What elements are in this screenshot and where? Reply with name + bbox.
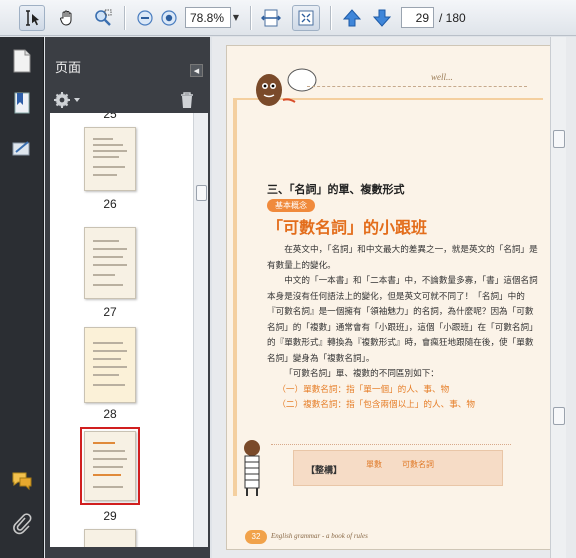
gear-icon	[54, 92, 80, 108]
fit-width-button[interactable]	[258, 5, 284, 31]
thumbnail-label: 28	[103, 407, 117, 421]
panel-tools	[45, 85, 210, 115]
note-label: 【整構】	[306, 466, 343, 476]
attachments-panel-button[interactable]	[8, 510, 36, 538]
paragraph: 中文的「一本書」和「二本書」中，不論數量多寡，「書」這個名詞本身是沒有任何語法上…	[267, 276, 538, 364]
divider	[271, 444, 511, 445]
thumbnail-page[interactable]	[84, 127, 136, 191]
panel-header: 页面 ◀	[45, 46, 210, 80]
arrow-up-icon	[342, 9, 362, 27]
zoom-dropdown-chevron-icon[interactable]: ▼	[230, 7, 242, 28]
marquee-zoom-button[interactable]	[90, 5, 116, 31]
document-page: well... 三、「名詞」的單、複數形式 基本概念 「可數名詞」的小跟班 在英…	[226, 45, 556, 550]
bookmark-icon	[14, 92, 30, 114]
full-screen-icon	[298, 10, 314, 26]
panel-title: 页面	[55, 61, 82, 76]
pages-icon	[13, 49, 31, 73]
page-count: / 180	[439, 11, 466, 25]
lesson-title: 「可數名詞」的小跟班	[267, 218, 428, 237]
thumbnail-page[interactable]	[84, 529, 136, 547]
zoom-magnifier-icon	[95, 9, 112, 26]
header-dashed-line	[307, 86, 527, 87]
thumbnail-label: 26	[103, 197, 117, 211]
zoom-in-button[interactable]	[156, 5, 182, 31]
list-item: （二）複數名詞：指「包含兩個以上」的人、事、物	[277, 400, 475, 410]
paragraph: 在英文中，「名詞」和中文最大的差異之一，就是英文的「名詞」是有數量上的變化。	[267, 245, 538, 271]
page-body-text: 在英文中，「名詞」和中文最大的差異之一，就是英文的「名詞」是有數量上的變化。 中…	[267, 243, 539, 414]
next-page-button[interactable]	[369, 5, 395, 31]
options-gear-button[interactable]	[53, 91, 83, 113]
select-tool-button[interactable]	[19, 5, 45, 31]
section-heading: 三、「名詞」的單、複數形式	[267, 183, 405, 196]
thumbnail-list: 25 26 27 28 29	[50, 113, 208, 547]
toolbar-separator	[250, 6, 251, 30]
mascot-figure	[244, 440, 260, 496]
paragraph: 「可數名詞」單、複數的不同區別如下：	[284, 369, 439, 379]
basic-concept-tag: 基本概念	[267, 199, 315, 212]
signature-icon	[12, 141, 30, 156]
scrollbar-thumb[interactable]	[553, 407, 565, 425]
scrollbar-thumb[interactable]	[553, 130, 565, 148]
list-item: （一）單數名詞：指「單一個」的人、事、物	[277, 384, 450, 395]
thumbnail-label: 27	[103, 305, 117, 319]
pages-panel-button[interactable]	[8, 47, 36, 75]
page-number-badge: 32	[245, 530, 267, 544]
hand-tool-button[interactable]	[54, 5, 80, 31]
text-select-icon	[26, 10, 39, 26]
trash-icon	[181, 92, 193, 108]
signatures-panel-button[interactable]	[8, 135, 36, 163]
selected-thumbnail-frame	[80, 427, 140, 505]
page-number-input[interactable]: 29	[401, 7, 434, 28]
arrow-down-icon	[372, 9, 392, 27]
thumbnail-scrollbar[interactable]	[193, 113, 208, 547]
zoom-out-icon	[137, 10, 153, 26]
page-brand: well...	[431, 72, 453, 82]
paperclip-icon	[13, 513, 32, 535]
thumbnail-page[interactable]	[84, 227, 136, 299]
note-term: 單數	[366, 460, 382, 469]
toolbar-separator	[330, 6, 331, 30]
mascot-illustration	[256, 68, 317, 106]
previous-page-button[interactable]	[339, 5, 365, 31]
navigation-rail	[0, 37, 44, 558]
thumbnail-label: 25	[103, 113, 117, 121]
full-screen-button[interactable]	[292, 5, 320, 31]
collapse-panel-button[interactable]: ◀	[190, 64, 203, 77]
toolbar: 78.8% ▼ 29 / 180	[0, 0, 576, 36]
page-footer: English grammar - a book of rules	[271, 532, 368, 540]
thumbnail-page[interactable]	[84, 327, 136, 403]
zoom-in-icon	[161, 10, 177, 26]
document-scrollbar[interactable]	[550, 37, 566, 558]
document-view: well... 三、「名詞」的單、複數形式 基本概念 「可數名詞」的小跟班 在英…	[212, 37, 576, 558]
zoom-out-button[interactable]	[132, 5, 158, 31]
thumbnail-label: 29	[103, 509, 117, 523]
toolbar-separator	[124, 6, 125, 30]
comments-panel-button[interactable]	[8, 467, 36, 495]
note-term: 可數名詞	[402, 460, 434, 469]
zoom-input[interactable]: 78.8%	[185, 7, 231, 28]
note-box: 【整構】 單數 可數名詞	[293, 450, 503, 486]
bookmarks-panel-button[interactable]	[8, 89, 36, 117]
delete-page-button[interactable]	[179, 91, 195, 113]
comments-icon	[12, 472, 32, 491]
fit-width-icon	[261, 9, 281, 27]
hand-icon	[60, 10, 72, 26]
pages-panel: 页面 ◀ 25 26 27 28 29	[45, 37, 210, 558]
scrollbar-thumb[interactable]	[196, 185, 207, 201]
